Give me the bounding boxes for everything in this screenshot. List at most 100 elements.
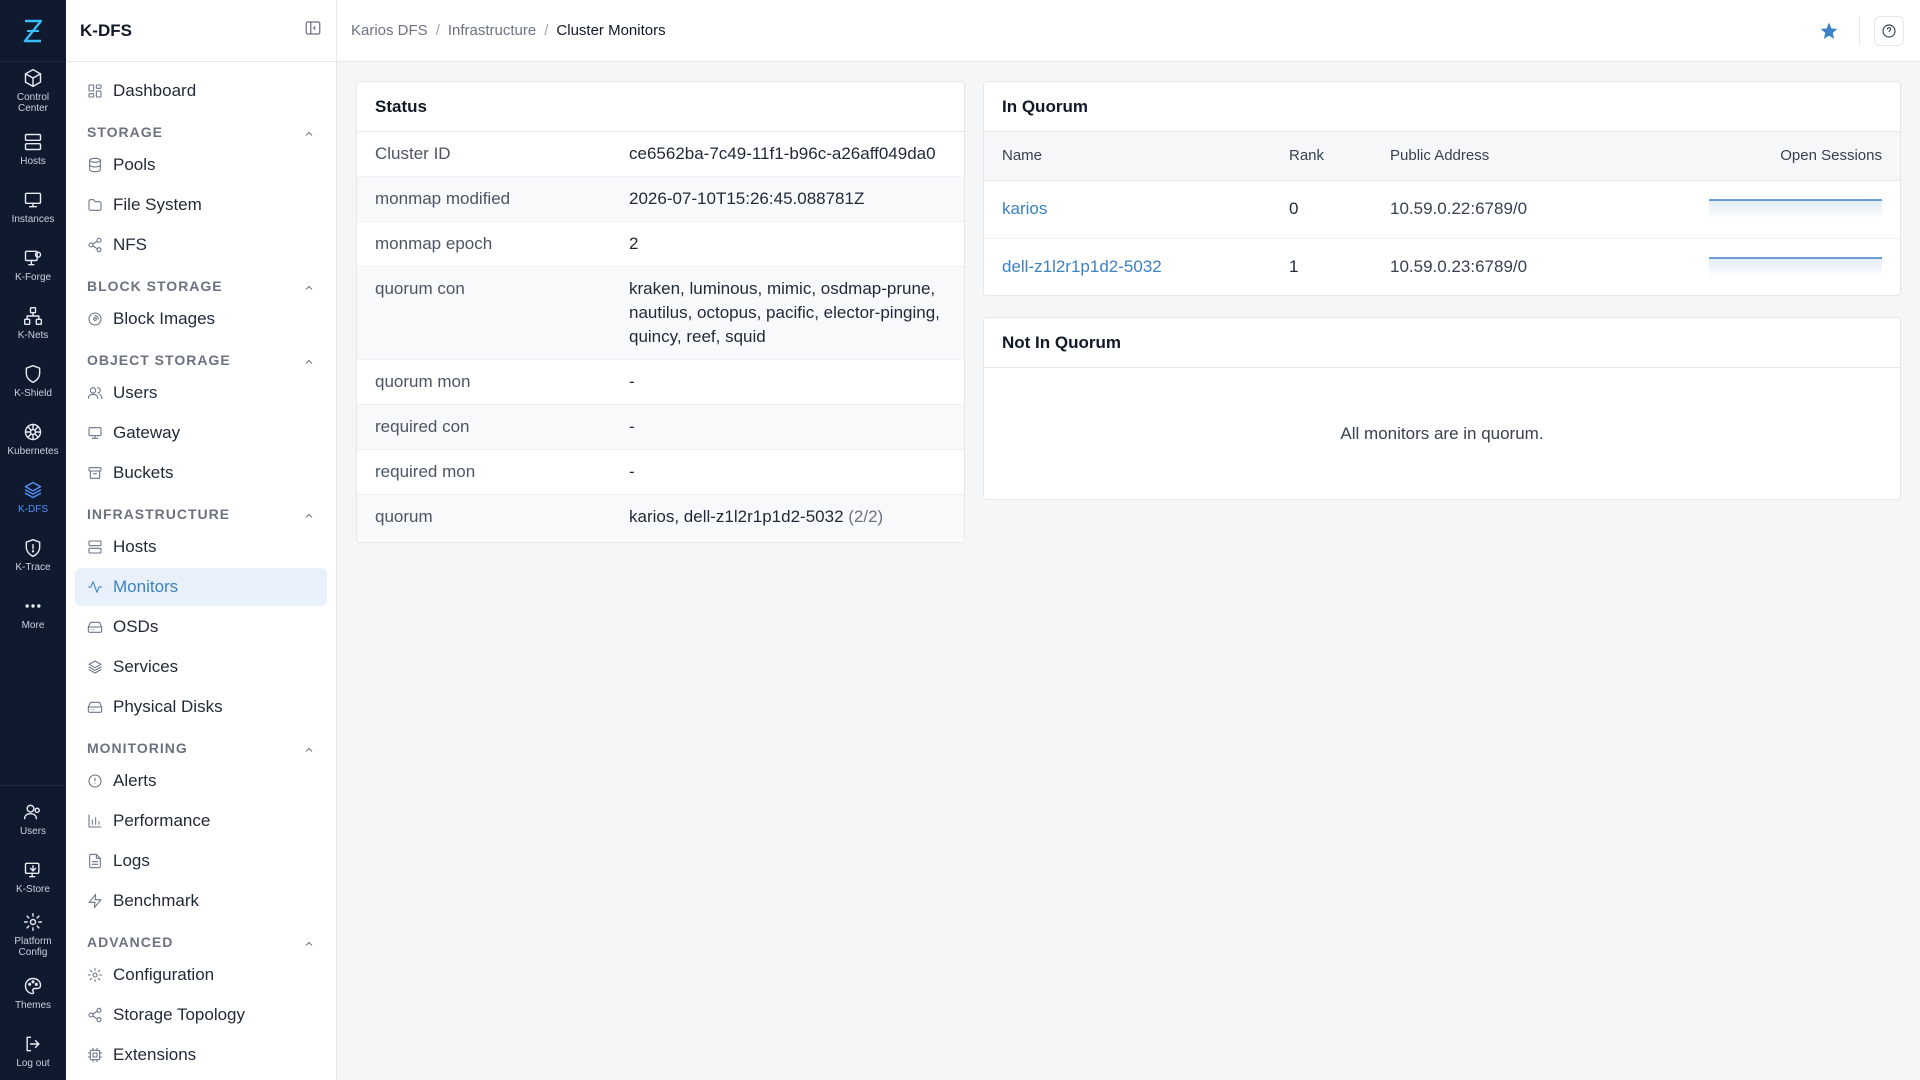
status-row-monmap-epoch: monmap epoch 2 [357,222,964,267]
shield-icon [25,364,41,383]
breadcrumb-root[interactable]: Karios DFS [351,22,428,39]
section-advanced[interactable]: ADVANCED [75,924,327,954]
column-header-name[interactable]: Name [984,132,1271,181]
alert-circle-icon [88,774,102,788]
sidebar-item-label: Benchmark [113,891,199,910]
collapse-sidebar-button[interactable] [304,19,322,42]
sidebar-item-label: Physical Disks [113,697,223,716]
open-sessions-sparkline [1709,199,1882,220]
rail-item-platform-config[interactable]: Platform Config [0,906,66,964]
rail-label: K-Trace [15,561,51,573]
rail-item-k-trace[interactable]: K-Trace [0,526,66,584]
favorite-button[interactable] [1809,21,1849,41]
sidebar-item-file-system[interactable]: File System [75,186,327,224]
rail-label: More [21,619,45,631]
rail-item-instances[interactable]: Instances [0,178,66,236]
users-icon [87,387,103,399]
status-row-monmap-modified: monmap modified 2026-07-10T15:26:45.0887… [357,177,964,222]
palette-icon [24,977,42,994]
column-header-public-address[interactable]: Public Address [1372,132,1612,181]
archive-icon [88,467,102,479]
breadcrumb-middle[interactable]: Infrastructure [448,22,536,39]
rail-label: Kubernetes [7,445,59,457]
sidebar-item-monitors[interactable]: Monitors [75,568,327,606]
gear-icon [23,912,43,932]
helm-icon [24,423,42,440]
status-value: ce6562ba-7c49-11f1-b96c-a26aff049da0 [629,144,936,163]
sidebar-item-benchmark[interactable]: Benchmark [75,882,327,920]
gear-icon [87,967,103,983]
quorum-count: (2/2) [848,507,884,526]
sidebar-item-buckets[interactable]: Buckets [75,454,327,492]
server-icon [24,133,42,150]
sidebar-item-configuration[interactable]: Configuration [75,956,327,994]
sidebar-item-performance[interactable]: Performance [75,802,327,840]
logout-icon [26,1036,40,1051]
status-value: 2 [629,234,639,253]
section-object-storage[interactable]: OBJECT STORAGE [75,342,327,372]
sidebar-item-pools[interactable]: Pools [75,146,327,184]
rail-item-k-dfs[interactable]: K-DFS [0,468,66,526]
rail-item-users[interactable]: Users [0,790,66,848]
sidebar-item-users[interactable]: Users [75,374,327,412]
monitor-name-link[interactable]: karios [1002,199,1047,218]
sidebar-item-services[interactable]: Services [75,648,327,686]
sidebar-item-physical-disks[interactable]: Physical Disks [75,688,327,726]
sidebar-item-extensions[interactable]: Extensions [75,1036,327,1074]
in-quorum-title: In Quorum [984,82,1900,132]
logo-icon [23,19,43,42]
database-icon [89,157,101,173]
activity-icon [87,581,103,593]
rail-label: Hosts [20,155,46,167]
sidebar-item-label: Hosts [113,537,157,556]
sidebar-item-label: Logs [113,851,150,870]
monitor-name-link[interactable]: dell-z1l2r1p1d2-5032 [1002,257,1162,276]
sidebar-item-hosts[interactable]: Hosts [75,528,327,566]
rail-item-themes[interactable]: Themes [0,964,66,1022]
section-label: OBJECT STORAGE [87,352,231,368]
rail-item-kubernetes[interactable]: Kubernetes [0,410,66,468]
sidebar-header: K-DFS [66,0,336,62]
sidebar-item-block-images[interactable]: Block Images [75,300,327,338]
app-logo[interactable] [0,0,66,62]
section-label: ADVANCED [87,934,174,950]
section-label: INFRASTRUCTURE [87,506,231,522]
sidebar-item-osds[interactable]: OSDs [75,608,327,646]
sidebar-item-nfs[interactable]: NFS [75,226,327,264]
help-wrap [1859,16,1920,46]
section-storage[interactable]: STORAGE [75,114,327,144]
rail-item-k-nets[interactable]: K-Nets [0,294,66,352]
app-rail: Control Center Hosts Instances K-Forge K… [0,0,66,1080]
sidebar-item-storage-topology[interactable]: Storage Topology [75,996,327,1034]
rail-item-k-shield[interactable]: K-Shield [0,352,66,410]
rail-item-more[interactable]: More [0,584,66,642]
status-value: kraken, luminous, mimic, osdmap-prune, n… [629,279,940,346]
sidebar-nav: Dashboard STORAGE Pools File System NFS … [66,62,336,1074]
sidebar-item-label: NFS [113,235,147,254]
rail-item-hosts[interactable]: Hosts [0,120,66,178]
network-icon [23,306,43,325]
sidebar-item-label: Services [113,657,179,676]
trace-icon [25,538,41,557]
section-monitoring[interactable]: MONITORING [75,730,327,760]
sidebar-item-logs[interactable]: Logs [75,842,327,880]
sidebar-item-label: Performance [113,811,211,830]
section-infrastructure[interactable]: INFRASTRUCTURE [75,496,327,526]
rail-item-k-store[interactable]: K-Store [0,848,66,906]
column-header-open-sessions[interactable]: Open Sessions [1611,132,1900,181]
share-icon [88,1007,102,1023]
rail-item-log-out[interactable]: Log out [0,1022,66,1080]
section-block-storage[interactable]: BLOCK STORAGE [75,268,327,298]
rail-item-k-forge[interactable]: K-Forge [0,236,66,294]
sidebar-item-dashboard[interactable]: Dashboard [75,72,327,110]
sidebar-item-gateway[interactable]: Gateway [75,414,327,452]
sidebar-item-alerts[interactable]: Alerts [75,762,327,800]
help-button[interactable] [1874,16,1904,46]
dashboard-icon [88,84,102,98]
status-title: Status [357,82,964,132]
status-value: karios, dell-z1l2r1p1d2-5032 (2/2) [629,505,946,529]
rail-item-control-center[interactable]: Control Center [0,62,66,120]
sidebar-item-label: Gateway [113,423,181,442]
column-header-rank[interactable]: Rank [1271,132,1372,181]
empty-state-message: All monitors are in quorum. [1340,424,1544,443]
